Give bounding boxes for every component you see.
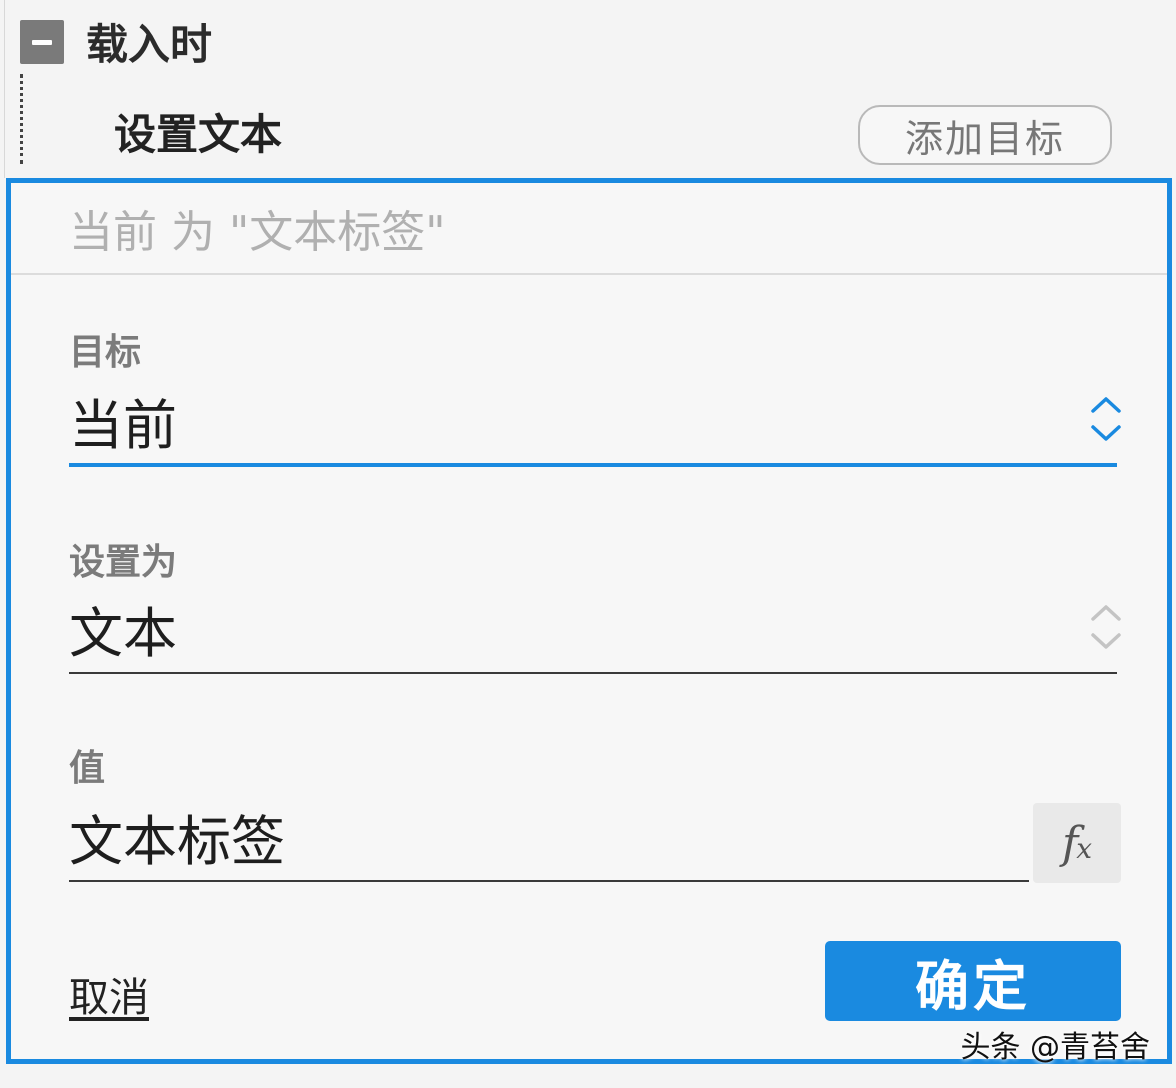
cancel-link[interactable]: 取消	[69, 965, 149, 1023]
minus-square-icon	[32, 39, 52, 45]
set-as-select-stepper-icon[interactable]	[1089, 599, 1123, 655]
value-input[interactable]: 文本标签	[69, 807, 285, 877]
set-as-label: 设置为	[69, 542, 178, 583]
set-as-select-underline	[69, 672, 1117, 674]
ok-button[interactable]: 确定	[825, 941, 1121, 1021]
target-select-value[interactable]: 当前	[69, 391, 177, 461]
target-select-underline	[69, 463, 1117, 467]
tree-connector	[20, 74, 27, 164]
fx-button[interactable]: fx	[1033, 803, 1121, 883]
target-select-stepper-icon[interactable]	[1089, 391, 1123, 447]
value-label: 值	[69, 748, 106, 789]
action-title: 设置文本	[114, 110, 283, 159]
set-as-select-value[interactable]: 文本	[69, 599, 177, 669]
value-input-underline	[69, 880, 1029, 882]
action-config-panel: 当前 为 "文本标签" 目标 当前 设置为 文本 值 文本标签 fx 取消 确定	[6, 178, 1172, 1064]
action-summary: 当前 为 "文本标签"	[11, 183, 1167, 275]
collapse-event-button[interactable]	[20, 20, 64, 64]
fx-icon: fx	[1061, 817, 1093, 869]
interaction-editor: 载入时 设置文本 添加目标 当前 为 "文本标签" 目标 当前 设置为 文本 值…	[0, 0, 1176, 1088]
target-label: 目标	[69, 332, 142, 373]
watermark: 头条 @青苔舍	[960, 1030, 1150, 1065]
add-target-button[interactable]: 添加目标	[858, 105, 1112, 165]
tree-divider	[4, 0, 5, 178]
event-title: 载入时	[86, 20, 213, 69]
